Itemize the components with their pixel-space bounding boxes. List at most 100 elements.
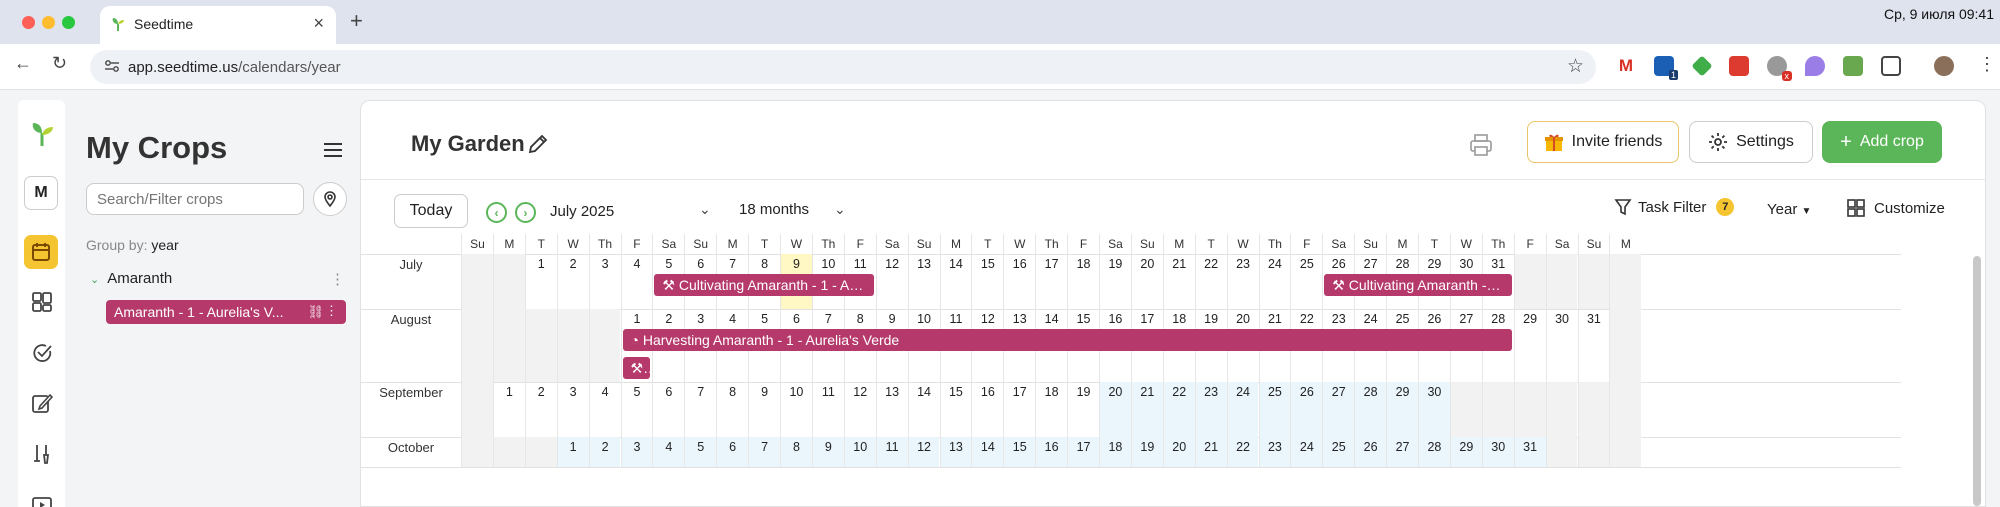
hamburger-menu-icon[interactable] bbox=[324, 143, 342, 157]
day-cell[interactable]: 22 bbox=[1162, 382, 1195, 437]
day-cell[interactable]: 13 bbox=[907, 254, 940, 309]
day-cell[interactable]: 22 bbox=[1226, 437, 1259, 467]
day-cell[interactable]: 28 bbox=[1418, 437, 1450, 467]
day-cell[interactable]: 10 bbox=[843, 437, 876, 467]
day-cell[interactable]: 13 bbox=[875, 382, 908, 437]
close-tab-icon[interactable]: × bbox=[313, 13, 324, 34]
day-cell[interactable]: 14 bbox=[971, 437, 1004, 467]
day-cell[interactable]: 26 bbox=[1354, 437, 1387, 467]
day-cell[interactable]: 3 bbox=[556, 382, 589, 437]
day-cell[interactable]: 28 bbox=[1354, 382, 1387, 437]
calendar-icon[interactable] bbox=[24, 235, 58, 269]
close-window-button[interactable] bbox=[22, 16, 35, 29]
day-cell[interactable]: 29 bbox=[1513, 309, 1546, 382]
day-cell[interactable]: 20 bbox=[1162, 437, 1195, 467]
day-cell[interactable]: 3 bbox=[620, 437, 653, 467]
day-cell[interactable]: 10 bbox=[780, 382, 812, 437]
day-cell[interactable]: 9 bbox=[811, 437, 844, 467]
day-cell[interactable]: 20 bbox=[1099, 382, 1131, 437]
day-cell[interactable]: 24 bbox=[1258, 254, 1291, 309]
day-cell[interactable]: 1 bbox=[524, 254, 557, 309]
invite-friends-button[interactable]: Invite friends bbox=[1527, 121, 1679, 163]
printer-icon[interactable] bbox=[1469, 133, 1493, 157]
day-cell[interactable]: 19 bbox=[1099, 254, 1131, 309]
day-cell[interactable]: 14 bbox=[907, 382, 940, 437]
crop-group[interactable]: ⌄ Amaranth bbox=[90, 270, 172, 287]
pencil-icon[interactable] bbox=[527, 133, 549, 155]
range-select[interactable]: 18 months bbox=[739, 201, 809, 218]
day-cell[interactable]: 21 bbox=[1194, 437, 1227, 467]
day-cell[interactable]: 8 bbox=[716, 382, 748, 437]
task-bar[interactable]: ⚒ Cultivating Amaranth - 1 - Aurelia's .… bbox=[654, 274, 874, 296]
profile-avatar[interactable] bbox=[1934, 56, 1954, 76]
day-cell[interactable]: 25 bbox=[1258, 382, 1291, 437]
crop-item[interactable]: Amaranth - 1 - Aurelia's V... ⛓ ⋮ bbox=[106, 300, 346, 324]
day-cell[interactable]: 14 bbox=[939, 254, 972, 309]
day-cell[interactable]: 2 bbox=[556, 254, 589, 309]
day-cell[interactable]: 12 bbox=[907, 437, 940, 467]
day-cell[interactable]: 26 bbox=[1290, 382, 1323, 437]
day-cell[interactable]: 20 bbox=[1130, 254, 1163, 309]
location-filter-button[interactable] bbox=[313, 182, 347, 216]
day-cell[interactable]: 7 bbox=[684, 382, 716, 437]
check-circle-icon[interactable] bbox=[26, 337, 58, 369]
dashboard-icon[interactable] bbox=[26, 286, 58, 318]
month-select[interactable]: July 2025 bbox=[550, 203, 614, 220]
day-cell[interactable]: 1 bbox=[492, 382, 525, 437]
day-cell[interactable]: 16 bbox=[971, 382, 1003, 437]
day-cell[interactable]: 22 bbox=[1194, 254, 1227, 309]
day-cell[interactable]: 18 bbox=[1099, 437, 1131, 467]
day-cell[interactable]: 17 bbox=[1035, 254, 1067, 309]
crop-item-more-icon[interactable]: ⋮ bbox=[325, 303, 338, 319]
grey-extension-icon[interactable]: x bbox=[1767, 56, 1792, 81]
day-cell[interactable]: 18 bbox=[1035, 382, 1067, 437]
extension-badge-icon[interactable]: 1 bbox=[1654, 56, 1678, 80]
today-button[interactable]: Today bbox=[394, 194, 468, 228]
day-cell[interactable]: 29 bbox=[1386, 382, 1418, 437]
day-cell[interactable]: 23 bbox=[1226, 254, 1259, 309]
day-cell[interactable]: 23 bbox=[1194, 382, 1227, 437]
next-month-icon[interactable]: › bbox=[515, 202, 536, 223]
settings-button[interactable]: Settings bbox=[1689, 121, 1813, 163]
day-cell[interactable]: 4 bbox=[620, 254, 653, 309]
reload-icon[interactable]: ↻ bbox=[52, 53, 67, 74]
browser-tab[interactable]: Seedtime × bbox=[100, 6, 336, 44]
green-extension-icon[interactable] bbox=[1691, 55, 1713, 77]
day-cell[interactable]: 5 bbox=[620, 382, 653, 437]
day-cell[interactable]: 3 bbox=[588, 254, 621, 309]
day-cell[interactable]: 17 bbox=[1003, 382, 1035, 437]
day-cell[interactable]: 19 bbox=[1067, 382, 1099, 437]
seedtime-logo-icon[interactable] bbox=[26, 118, 58, 150]
day-cell[interactable]: 12 bbox=[875, 254, 908, 309]
maximize-window-button[interactable] bbox=[62, 16, 75, 29]
task-filter-button[interactable]: Task Filter 7 bbox=[1614, 198, 1735, 216]
add-crop-button[interactable]: + Add crop bbox=[1822, 121, 1942, 163]
image-extension-icon[interactable] bbox=[1843, 56, 1863, 76]
day-cell[interactable]: 17 bbox=[1067, 437, 1099, 467]
day-cell[interactable]: 21 bbox=[1162, 254, 1195, 309]
link-icon[interactable]: ⛓ bbox=[307, 304, 324, 320]
day-cell[interactable]: 25 bbox=[1322, 437, 1355, 467]
day-cell[interactable]: 13 bbox=[939, 437, 972, 467]
task-bar[interactable]: ⚒ Cultivating Amaranth - 1 - Aur... bbox=[1324, 274, 1512, 296]
day-cell[interactable]: 16 bbox=[1003, 254, 1035, 309]
day-cell[interactable]: 8 bbox=[780, 437, 812, 467]
crop-search-input[interactable] bbox=[86, 183, 304, 215]
browser-menu-icon[interactable]: ⋮ bbox=[1978, 54, 1996, 75]
site-settings-icon[interactable] bbox=[104, 59, 120, 73]
day-cell[interactable]: 18 bbox=[1067, 254, 1099, 309]
address-bar[interactable]: app.seedtime.us/calendars/year ☆ bbox=[90, 50, 1596, 84]
day-cell[interactable]: 4 bbox=[588, 382, 621, 437]
day-cell[interactable]: 15 bbox=[971, 254, 1003, 309]
day-cell[interactable]: 15 bbox=[939, 382, 972, 437]
tools-icon[interactable] bbox=[26, 438, 58, 470]
purple-extension-icon[interactable] bbox=[1805, 56, 1825, 76]
month-chevron-icon[interactable]: ⌄ bbox=[699, 201, 711, 218]
gmail-extension-icon[interactable]: M bbox=[1616, 56, 1636, 76]
range-chevron-icon[interactable]: ⌄ bbox=[834, 201, 846, 218]
day-cell[interactable]: 24 bbox=[1226, 382, 1259, 437]
day-cell[interactable]: 30 bbox=[1481, 437, 1514, 467]
day-cell[interactable]: 24 bbox=[1290, 437, 1323, 467]
bookmark-star-icon[interactable]: ☆ bbox=[1567, 55, 1584, 78]
group-by[interactable]: Group by: year bbox=[86, 237, 179, 253]
